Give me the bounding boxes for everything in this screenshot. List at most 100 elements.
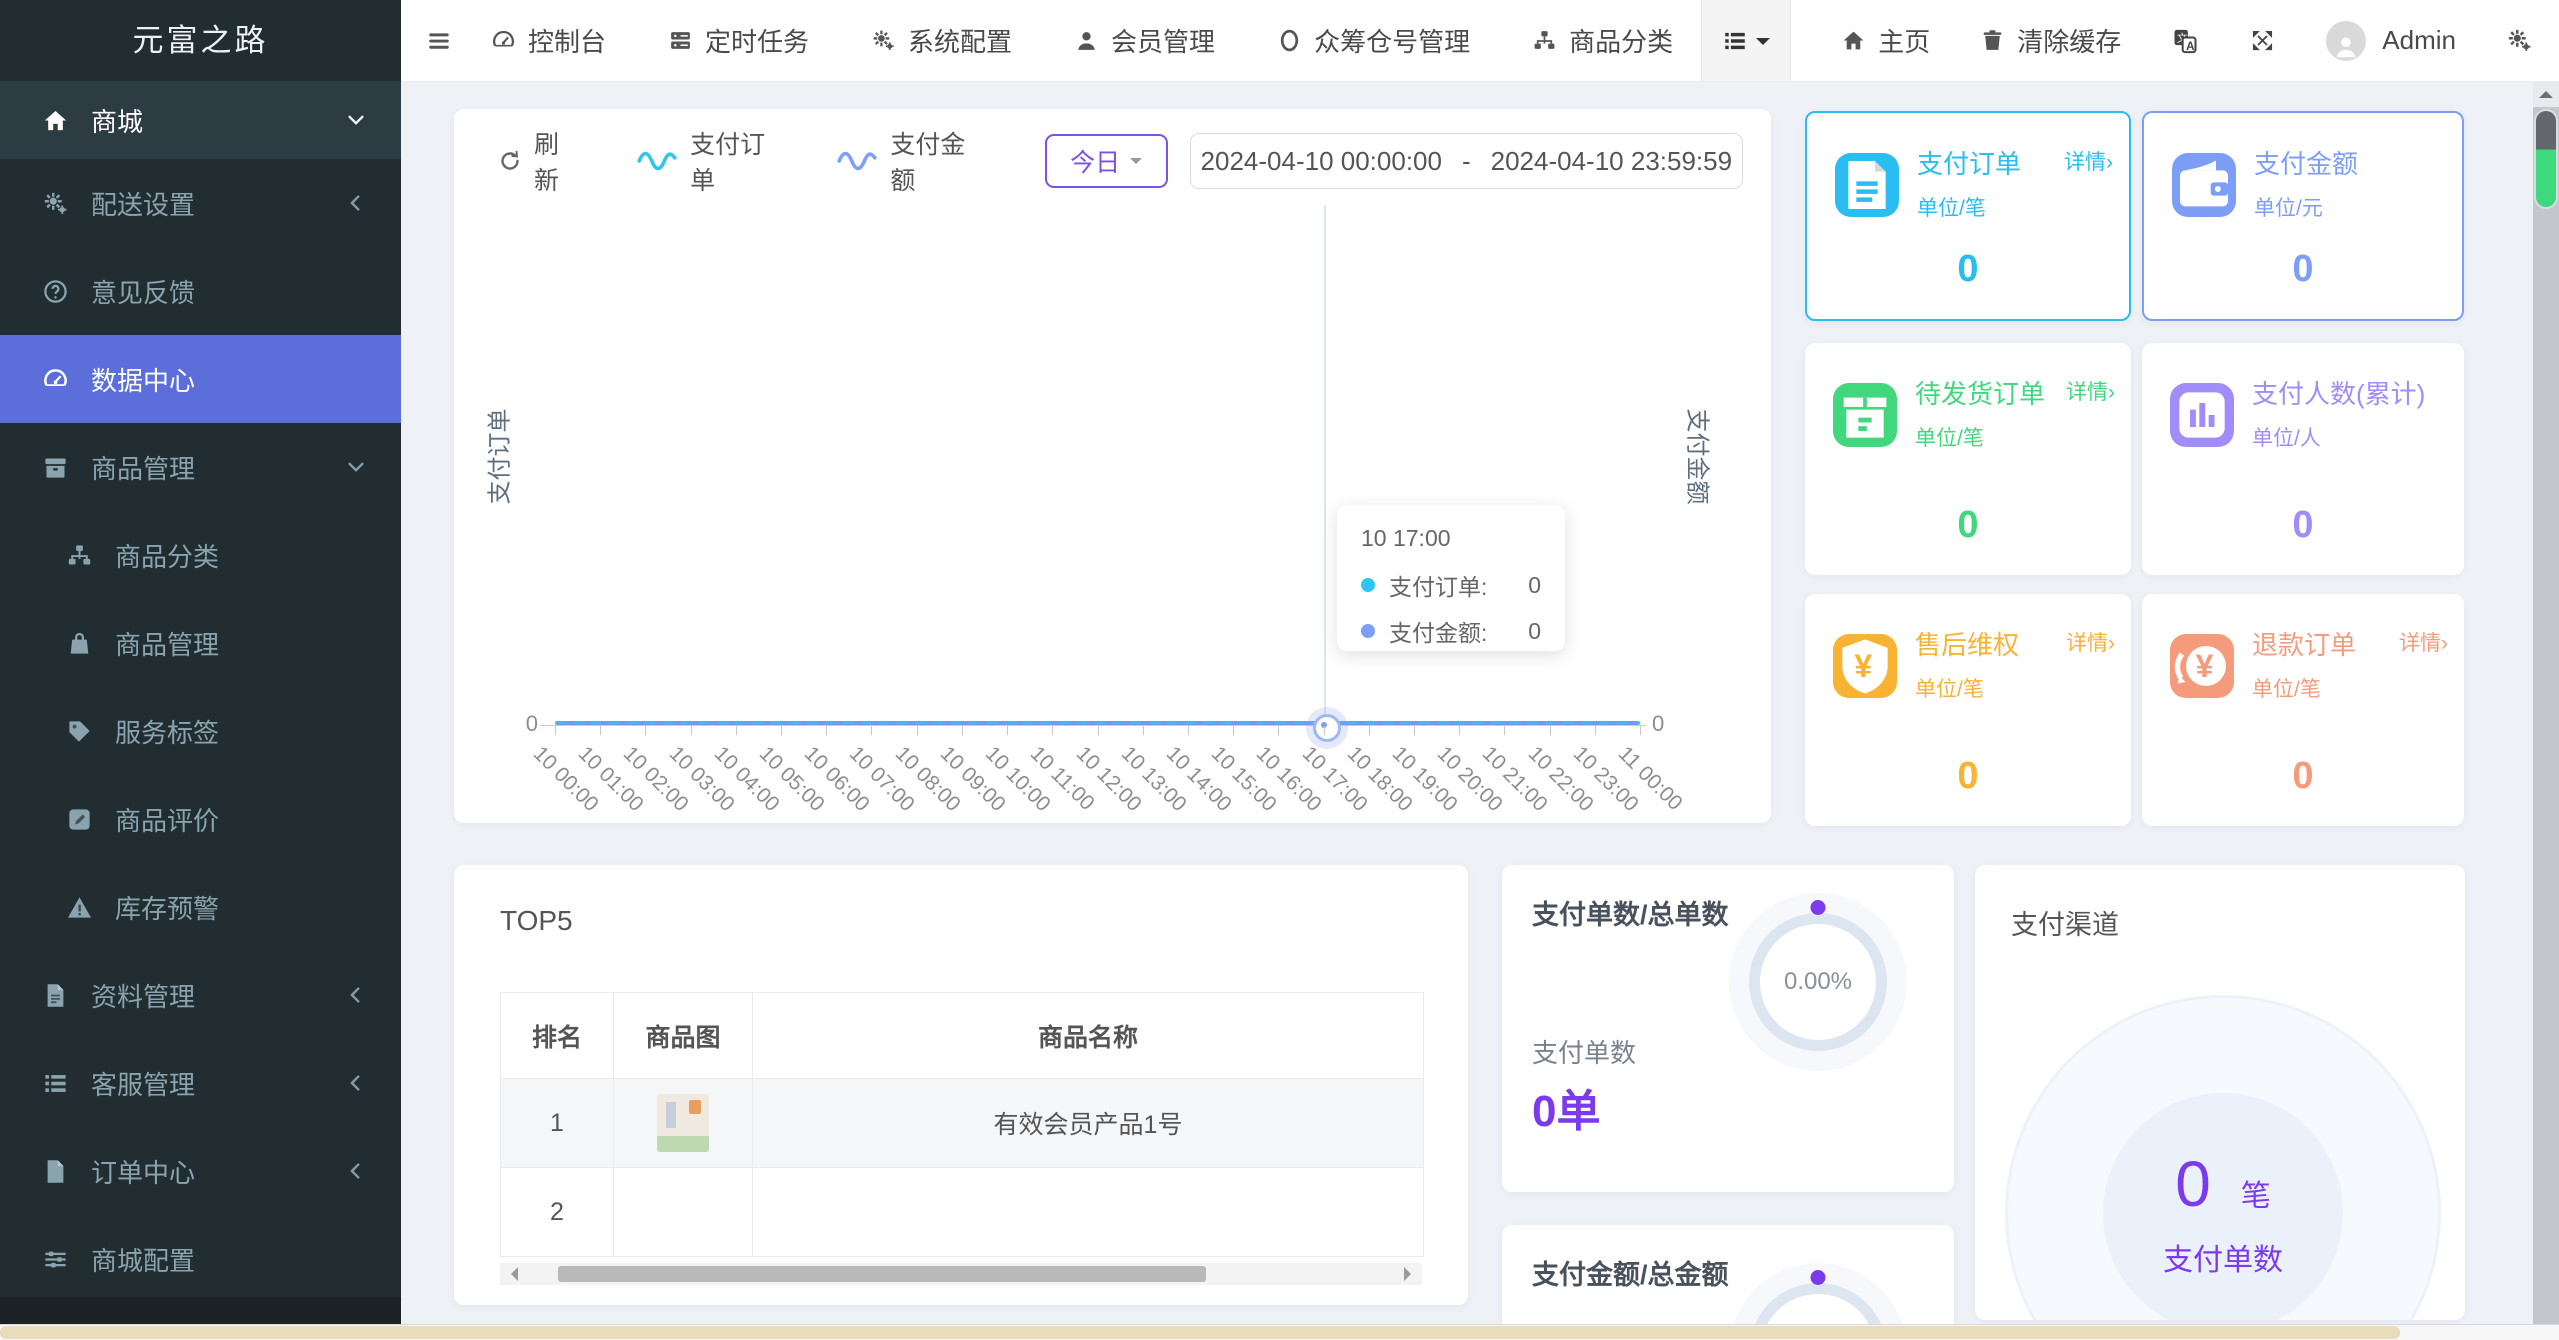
sidebar-item-icon — [66, 630, 93, 657]
navbar-item[interactable]: 会员管理 — [1074, 22, 1215, 59]
sidebar-item[interactable]: 配送设置 — [0, 159, 401, 247]
sidebar-item[interactable]: 服务标签 — [0, 687, 401, 775]
sidebar-item-icon — [42, 454, 69, 481]
navbar-item[interactable]: 系统配置 — [871, 22, 1012, 59]
chevron-icon — [345, 544, 367, 566]
legend-label: 支付订单 — [690, 131, 766, 195]
navbar-item-icon — [668, 28, 693, 53]
sidebar-item[interactable]: 商城配置 — [0, 1215, 401, 1303]
detail-link[interactable]: 详情› — [2066, 628, 2115, 660]
navbar-item-label: 控制台 — [528, 27, 607, 57]
user-menu[interactable]: Admin — [2326, 20, 2456, 61]
horizontal-scrollbar-thumb[interactable] — [0, 1326, 2400, 1339]
sidebar-item-icon — [42, 982, 69, 1009]
chevron-icon — [345, 109, 367, 131]
navbar-item-icon — [491, 28, 516, 53]
sidebar-item-icon — [42, 1158, 69, 1185]
sidebar-item-label: 商品管理 — [115, 629, 220, 660]
chevron-icon — [345, 1248, 367, 1270]
vertical-scrollbar[interactable] — [2533, 81, 2559, 1325]
scroll-left-arrow-icon[interactable] — [504, 1267, 518, 1281]
date-preset-button[interactable]: 今日 — [1044, 134, 1168, 188]
stat-card-value: 0 — [1957, 755, 1979, 797]
tooltip-row: 支付金额: 0 — [1361, 614, 1541, 648]
person-icon — [2331, 31, 2361, 61]
date-start: 2024-04-10 00:00:00 — [1200, 145, 1442, 176]
tooltip-series-value: 0 — [1528, 571, 1541, 598]
stat-card-title: 支付订单 — [1917, 149, 2022, 179]
sidebar-item[interactable]: 资料管理 — [0, 951, 401, 1039]
navbar-item[interactable]: 众筹仓号管理 — [1277, 22, 1470, 59]
stat-card-value: 0 — [2292, 504, 2314, 546]
refresh-button[interactable]: 刷新 — [498, 125, 580, 197]
sidebar-item-icon — [42, 1246, 69, 1273]
stat-card: 支付订单 详情› 单位/笔 0 — [1805, 111, 2131, 321]
detail-link[interactable]: 详情› — [2064, 147, 2113, 179]
sidebar-item-icon — [42, 278, 69, 305]
gauge-metric-value: 0单 — [1532, 1087, 1601, 1136]
stat-card-icon: ¥ — [1833, 634, 1897, 698]
top5-card: TOP5 排名 商品图 商品名称 1 有效会员产品1号 2 — [454, 865, 1468, 1305]
menu-dropdown-button[interactable] — [1701, 0, 1792, 81]
sidebar-item[interactable]: 客服管理 — [0, 1039, 401, 1127]
sidebar-toggle-button[interactable] — [401, 0, 477, 81]
stat-card-icon — [1835, 153, 1899, 217]
fullscreen-icon[interactable] — [2249, 27, 2276, 54]
top5-table: 排名 商品图 商品名称 1 有效会员产品1号 2 — [500, 992, 1424, 1257]
scrollbar-thumb[interactable] — [558, 1266, 1206, 1282]
home-button[interactable]: 主页 — [1841, 22, 1930, 59]
tooltip-rows: 支付订单: 0 支付金额: 0 — [1361, 568, 1541, 648]
sidebar-item[interactable]: 商品评价 — [0, 775, 401, 863]
table-row: 2 — [501, 1168, 1423, 1257]
sidebar-item-icon — [42, 190, 69, 217]
navbar-item[interactable]: 商品分类 — [1532, 22, 1673, 59]
settings-gear-icon[interactable] — [2506, 27, 2533, 54]
sidebar-item[interactable]: 商品管理 — [0, 599, 401, 687]
sidebar-item-label: 商城 — [91, 106, 144, 137]
translate-icon[interactable]: 文A — [2171, 27, 2199, 55]
table-header-row: 排名 商品图 商品名称 — [501, 993, 1423, 1079]
sidebar-item[interactable]: 订单中心 — [0, 1127, 401, 1215]
legend-item[interactable]: 支付订单 — [636, 125, 780, 197]
navbar-item[interactable]: 定时任务 — [668, 22, 809, 59]
sidebar-item-icon — [42, 1070, 69, 1097]
clear-cache-button[interactable]: 清除缓存 — [1980, 22, 2121, 59]
sidebar-item[interactable]: 数据中心 — [0, 335, 401, 423]
navbar-item[interactable]: 控制台 — [491, 22, 606, 59]
detail-link[interactable]: 详情› — [2066, 377, 2115, 409]
table-horizontal-scrollbar[interactable] — [500, 1263, 1422, 1285]
stat-card-value: 0 — [1957, 504, 1979, 546]
stat-card-unit: 单位/笔 — [1915, 678, 1984, 702]
gauge-percent: 0.00% — [1783, 968, 1853, 995]
sidebar-item[interactable]: 商城 — [0, 81, 401, 159]
scroll-right-arrow-icon[interactable] — [1404, 1267, 1418, 1281]
svg-text:¥: ¥ — [1854, 648, 1872, 684]
date-separator: - — [1461, 145, 1471, 176]
sidebar-item[interactable]: 库存预警 — [0, 863, 401, 951]
sidebar-item-icon — [42, 366, 69, 393]
home-label: 主页 — [1878, 27, 1931, 57]
column-header-image: 商品图 — [614, 993, 753, 1078]
sidebar-item[interactable]: 意见反馈 — [0, 247, 401, 335]
sidebar-item[interactable]: 商品管理 — [0, 423, 401, 511]
tooltip-row: 支付订单: 0 — [1361, 568, 1541, 602]
top5-title: TOP5 — [500, 905, 573, 936]
top-navbar: 控制台 定时任务 系统配置 会员管理 众筹仓号管理 商品分类 主页 清除缓存 A… — [401, 0, 2559, 82]
scroll-up-arrow-icon[interactable] — [2533, 81, 2559, 107]
sidebar-nav: 商城 配送设置 意见反馈 数据中心 商品管理 商品分类 商品管理 服务标签 商品… — [0, 81, 401, 1303]
detail-link[interactable]: 详情› — [2399, 628, 2448, 660]
sidebar-item-label: 客服管理 — [91, 1069, 196, 1100]
series-dot-icon — [1361, 578, 1375, 592]
legend-item[interactable]: 支付金额 — [836, 125, 980, 197]
date-range-input[interactable]: 2024-04-10 00:00:00 - 2024-04-10 23:59:5… — [1189, 133, 1743, 189]
refresh-label: 刷新 — [534, 131, 560, 195]
chevron-icon — [345, 808, 367, 830]
y-axis-tick-left: 0 — [525, 711, 538, 736]
y-axis-label-left: 支付订单 — [486, 408, 514, 505]
name-cell: 有效会员产品1号 — [993, 1111, 1183, 1139]
caret-down-icon — [1130, 158, 1143, 170]
horizontal-scrollbar[interactable] — [0, 1324, 2559, 1340]
vertical-scrollbar-thumb[interactable] — [2536, 111, 2556, 207]
trash-icon — [1980, 28, 2005, 53]
sidebar-item[interactable]: 商品分类 — [0, 511, 401, 599]
